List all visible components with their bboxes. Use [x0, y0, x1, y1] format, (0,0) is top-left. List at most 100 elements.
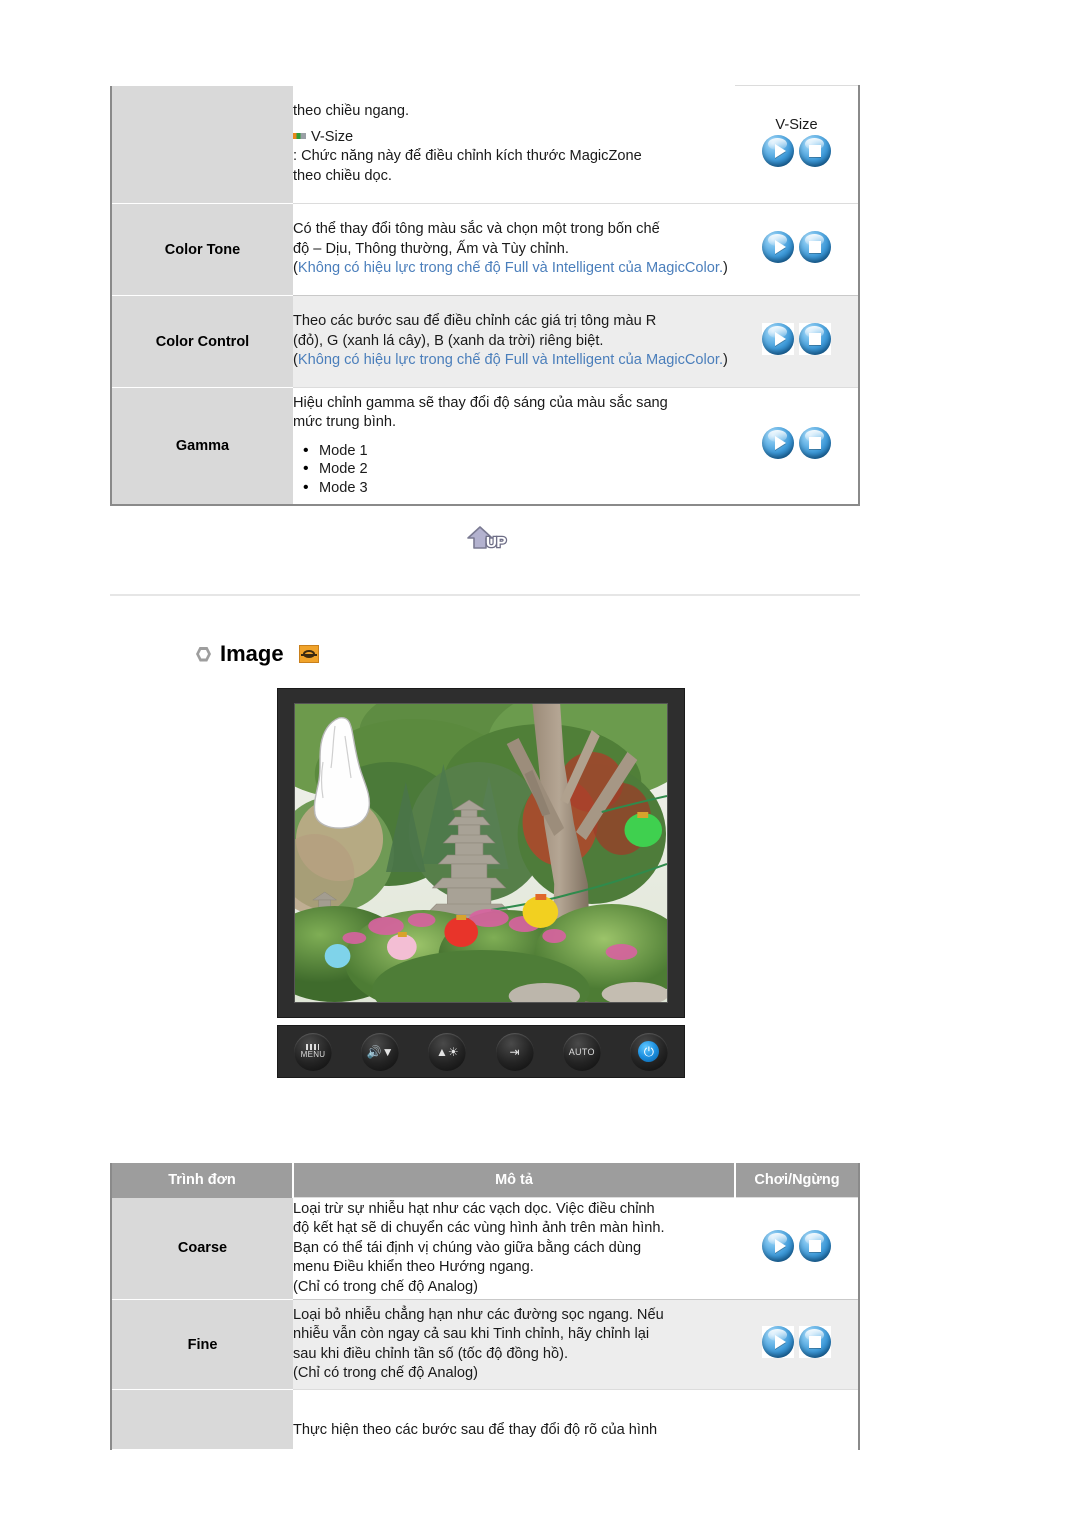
play-button[interactable] [762, 427, 794, 460]
image-settings-table-bottom: Trình đơn Mô tả Chơi/Ngừng Coarse Loại t… [110, 1163, 860, 1450]
play-button[interactable] [762, 1326, 794, 1358]
volume-down-icon: 🔊▼ [366, 1044, 394, 1059]
monitor-screen [294, 703, 668, 1003]
play-button[interactable] [762, 231, 794, 263]
desc-line: (đỏ), G (xanh lá cây), B (xanh da trời) … [293, 332, 604, 349]
table-row: Fine Loại bỏ nhiễu chẳng hạn như các đườ… [111, 1299, 859, 1390]
stop-button[interactable] [799, 135, 831, 168]
column-header-play-pause: Chơi/Ngừng [735, 1163, 859, 1198]
stop-button[interactable] [799, 231, 831, 263]
row-menu-cell: Gamma [111, 387, 293, 505]
brightness-button[interactable]: ▲☀ [428, 1032, 467, 1071]
row-menu-cell: Coarse [111, 1197, 293, 1300]
row-menu-cell: Fine [111, 1299, 293, 1390]
desc-line: nhiễu vẫn còn ngay cả sau khi Tinh chỉnh… [293, 1326, 650, 1343]
desc-line: Theo các bước sau để điều chỉnh các giá … [293, 313, 657, 330]
play-stop-button-pair [762, 427, 831, 460]
source-enter-icon: ⇥ [509, 1044, 520, 1059]
monitor-bezel [277, 688, 685, 1018]
up-button-label: UP [486, 534, 506, 551]
row-play-pause-cell [735, 1299, 859, 1390]
desc-line: độ kết hạt sẽ di chuyển các vùng hình ản… [293, 1220, 665, 1237]
table-header-row: Trình đơn Mô tả Chơi/Ngừng [111, 1163, 859, 1198]
desc-subitem: V-Size [293, 128, 735, 147]
auto-button-label: AUTO [568, 1046, 595, 1057]
list-item: Mode 2 [303, 459, 735, 479]
play-stop-button-pair [762, 1326, 831, 1358]
auto-button[interactable]: AUTO [562, 1032, 601, 1071]
note-paren-close: ) [723, 352, 728, 369]
note-text: Không có hiệu lực trong chế độ Full và I… [297, 260, 723, 277]
desc-line: Bạn có thể tái định vị chúng vào giữa bằ… [293, 1239, 642, 1256]
desc-line: theo chiều ngang. [293, 103, 410, 120]
stop-button[interactable] [799, 1326, 831, 1358]
table-row: Thực hiện theo các bước sau để thay đổi … [111, 1389, 859, 1450]
play-icon [774, 436, 786, 451]
stop-icon [809, 145, 821, 158]
sample-photo-garden [295, 704, 667, 1002]
column-header-menu: Trình đơn [111, 1163, 294, 1198]
dash-bullet-icon [293, 132, 306, 139]
table-row: Color Control Theo các bước sau để điều … [111, 295, 859, 388]
play-stop-button-pair [762, 231, 831, 263]
play-button[interactable] [762, 135, 794, 168]
play-icon [774, 1335, 786, 1349]
row-play-pause-cell [735, 295, 859, 388]
row-menu-cell [111, 1389, 293, 1450]
play-icon [774, 1239, 786, 1253]
desc-line: (Chỉ có trong chế độ Analog) [293, 1278, 478, 1295]
play-icon [774, 240, 786, 254]
desc-line: Hiệu chỉnh gamma sẽ thay đổi độ sáng của… [293, 394, 668, 411]
play-stop-button-pair [762, 135, 831, 168]
stop-button[interactable] [799, 1230, 831, 1262]
volume-down-button[interactable]: 🔊▼ [361, 1032, 400, 1071]
desc-line: Loại bỏ nhiễu chẳng hạn như các đường sọ… [293, 1306, 664, 1323]
stop-button[interactable] [799, 323, 831, 355]
desc-line: Có thể thay đổi tông màu sắc và chọn một… [293, 221, 660, 238]
desc-line: menu Điều khiển theo Hướng ngang. [293, 1259, 534, 1276]
table-row: Color Tone Có thể thay đổi tông màu sắc … [111, 203, 859, 296]
desc-line: V-Size [311, 128, 354, 145]
brightness-icon: ▲☀ [436, 1044, 459, 1059]
menu-button-label: MENU [300, 1050, 326, 1059]
row-play-pause-cell: V-Size [735, 85, 859, 204]
section-divider [110, 594, 860, 596]
row-description-cell: Có thể thay đổi tông màu sắc và chọn một… [293, 203, 735, 296]
hexagon-bullet-icon [196, 646, 211, 662]
stop-icon [809, 1240, 821, 1252]
list-item: Mode 1 [303, 441, 735, 461]
desc-line: theo chiều dọc. [293, 167, 392, 184]
row-description-cell: Thực hiện theo các bước sau để thay đổi … [293, 1389, 735, 1450]
row-menu-cell [111, 85, 293, 204]
menu-button[interactable]: MENU [294, 1032, 332, 1071]
table-row: Coarse Loại trừ sự nhiễu hạt như các vạc… [111, 1197, 859, 1300]
play-icon [774, 332, 786, 346]
desc-line: : Chức năng này để điều chỉnh kích thước… [293, 148, 642, 165]
table-row: Gamma Hiệu chỉnh gamma sẽ thay đổi độ sá… [111, 387, 859, 505]
note-text: Không có hiệu lực trong chế độ Full và I… [297, 352, 723, 369]
vsize-label: V-Size [775, 116, 818, 133]
desc-line: Loại trừ sự nhiễu hạt như các vạch dọc. … [293, 1200, 655, 1217]
column-header-description: Mô tả [293, 1163, 736, 1198]
section-heading-image: Image [196, 641, 319, 667]
row-play-pause-cell [735, 1197, 859, 1300]
desc-line: Thực hiện theo các bước sau để thay đổi … [293, 1422, 658, 1439]
play-button[interactable] [762, 323, 794, 355]
desc-line: mức trung bình. [293, 414, 397, 431]
row-description-cell: Hiệu chỉnh gamma sẽ thay đổi độ sáng của… [293, 387, 735, 505]
stop-icon [809, 333, 821, 345]
monitor-illustration: MENU 🔊▼ ▲☀ ⇥ AUTO [277, 688, 685, 1103]
stop-icon [809, 437, 821, 450]
source-button[interactable]: ⇥ [495, 1032, 534, 1071]
stop-icon [809, 241, 821, 253]
power-button[interactable] [629, 1032, 668, 1071]
scroll-to-top-button[interactable]: UP UP [466, 525, 524, 559]
desc-line: sau khi điều chỉnh tần số (tốc độ đồng h… [293, 1345, 569, 1362]
play-button[interactable] [762, 1230, 794, 1262]
gamma-mode-list: Mode 1 Mode 2 Mode 3 [293, 441, 735, 498]
stop-button[interactable] [799, 427, 831, 460]
row-description-cell: Loại bỏ nhiễu chẳng hạn như các đường sọ… [293, 1299, 735, 1390]
play-stop-button-pair [762, 1230, 831, 1262]
power-icon [638, 1041, 660, 1062]
osd-settings-table-top: theo chiều ngang. V-Size : Chức năng này… [110, 85, 860, 506]
